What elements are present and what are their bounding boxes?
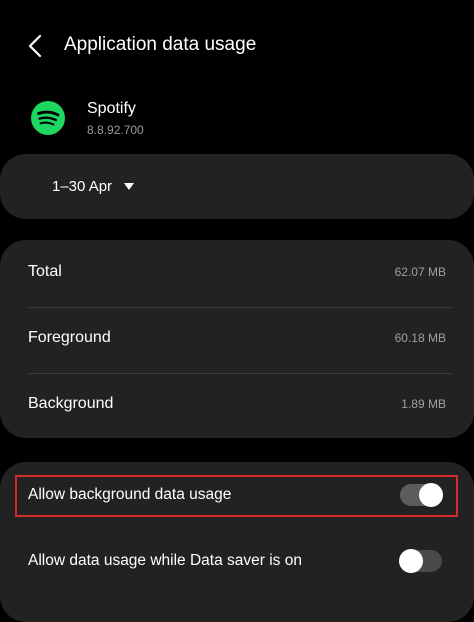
spotify-logo-icon [31, 101, 65, 135]
usage-label: Background [28, 395, 114, 412]
usage-row-total: Total 62.07 MB [0, 240, 474, 306]
data-permissions-card: Allow background data usage Allow data u… [0, 462, 474, 622]
chevron-left-icon [28, 34, 42, 58]
switch-knob [419, 483, 443, 507]
data-saver-switch[interactable] [399, 549, 442, 573]
usage-summary-card: Total 62.07 MB Foreground 60.18 MB Backg… [0, 240, 474, 438]
switch-knob [399, 549, 423, 573]
toggle-label: Allow background data usage [28, 486, 232, 503]
app-info: Spotify 8.8.92.700 [0, 92, 474, 148]
app-name: Spotify [87, 100, 136, 117]
usage-row-background: Background 1.89 MB [0, 372, 474, 438]
usage-label: Total [28, 263, 62, 280]
background-data-switch[interactable] [400, 483, 443, 507]
header: Application data usage [0, 0, 474, 92]
divider [28, 307, 452, 308]
usage-row-foreground: Foreground 60.18 MB [0, 306, 474, 372]
date-range-label: 1–30 Apr [52, 177, 113, 195]
usage-value: 60.18 MB [394, 331, 446, 345]
divider [28, 373, 452, 374]
usage-value: 62.07 MB [394, 265, 446, 279]
toggle-row-data-saver[interactable]: Allow data usage while Data saver is on [0, 528, 474, 592]
toggle-row-background-data[interactable]: Allow background data usage [0, 462, 474, 526]
toggle-label: Allow data usage while Data saver is on [28, 552, 302, 569]
back-button[interactable] [20, 30, 52, 62]
usage-label: Foreground [28, 329, 111, 346]
usage-value: 1.89 MB [401, 397, 446, 411]
page-title: Application data usage [64, 34, 257, 55]
date-range-dropdown[interactable]: 1–30 Apr [38, 166, 148, 206]
caret-down-icon [124, 182, 135, 190]
date-range-card: 1–30 Apr [0, 154, 474, 219]
app-version: 8.8.92.700 [87, 123, 144, 137]
